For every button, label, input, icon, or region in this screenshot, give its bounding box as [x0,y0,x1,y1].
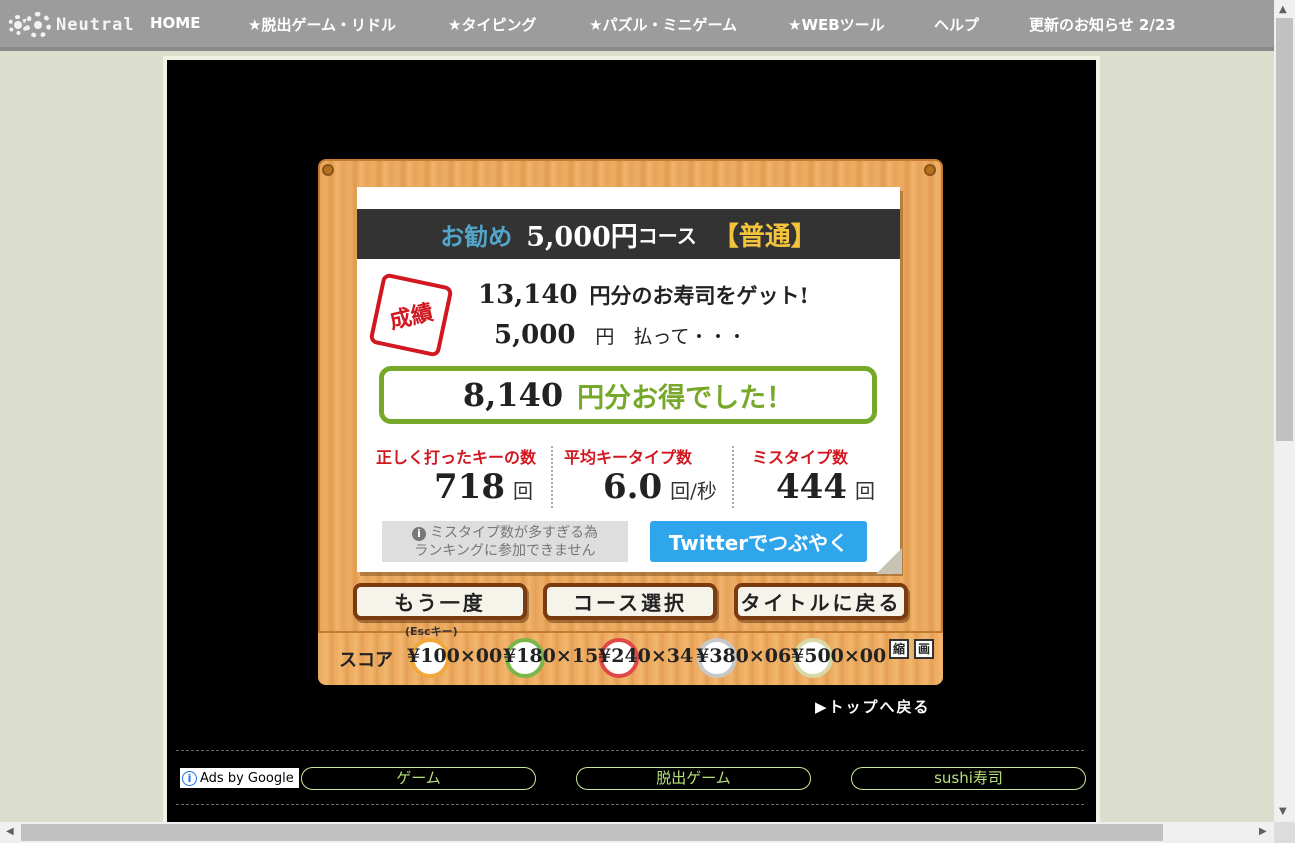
site-logo[interactable]: Neutral [8,10,135,40]
plate-count: ¥180×15 [503,645,599,667]
paid-text: 円 払って・・・ [595,326,747,348]
scrollbar-corner [1274,822,1295,843]
profit-text: 円分お得でした！ [577,382,794,414]
earned-value: 13,140 [478,280,578,310]
nav-home[interactable]: HOME [150,14,200,32]
nav-help[interactable]: ヘルプ [934,14,979,35]
esc-key-hint: (Escキー) [405,625,458,638]
scroll-up-icon[interactable]: ▲ [1279,4,1287,15]
stat-label-avg-speed: 平均キータイプ数 [564,448,693,467]
retry-button[interactable]: もう一度 [353,583,527,620]
nav-puzzle[interactable]: ★パズル・ミニゲーム [589,14,737,35]
stat-divider [732,446,734,508]
plate-count: ¥240×34 [598,645,694,667]
nav-updates[interactable]: 更新のお知らせ 2/23 [1029,14,1176,35]
page-curl [876,548,902,574]
result-stamp: 成績 [368,272,454,358]
course-suffix: コース [637,223,697,248]
stat-divider [551,446,553,508]
horizontal-scroll-thumb[interactable] [21,824,1163,841]
profit-value: 8,140 [462,376,564,414]
notice-line-1: ミスタイプ数が多すぎる為 [430,525,598,541]
stat-value: 718 [434,467,505,507]
stat-unit: 回 [854,479,875,503]
scroll-down-icon[interactable]: ▼ [1279,806,1287,817]
nav-web-tools[interactable]: ★WEBツール [788,14,885,35]
course-recommend: お勧め [440,221,513,251]
ranking-notice: i ミスタイプ数が多すぎる為 ランキングに参加できません [382,521,628,562]
profit-box: 8,140 円分お得でした！ [379,366,877,424]
back-to-title-button[interactable]: タイトルに戻る [734,583,908,620]
earned-text: 円分のお寿司をゲット! [589,283,809,308]
course-header: お勧め 5,000円 コース 【普通】 [357,209,900,259]
nav-typing[interactable]: ★タイピング [448,14,536,35]
gear-icon [25,12,51,38]
logo-text: Neutral [56,15,135,35]
plate-count: ¥380×06 [696,645,792,667]
earned-line: 13,140 円分のお寿司をゲット! [478,280,809,310]
ad-link-sushi[interactable]: sushi寿司 [851,767,1086,790]
vertical-scroll-thumb[interactable] [1276,18,1293,441]
score-label: スコア [339,650,393,671]
info-icon: i [182,771,197,786]
scroll-right-icon[interactable]: ▶ [1259,826,1267,837]
stat-label-misses: ミスタイプ数 [752,448,849,467]
stat-unit: 回/秒 [670,479,717,503]
notice-line-2: ランキングに参加できません [414,543,596,559]
ad-link-games[interactable]: ゲーム [301,767,536,790]
stat-value: 444 [776,467,847,507]
ad-link-escape-games[interactable]: 脱出ゲーム [576,767,811,790]
stat-label-correct-keys: 正しく打ったキーの数 [376,448,537,467]
stat-value: 6.0 [603,467,663,507]
stamp-text: 成績 [387,299,436,335]
screw-icon [924,164,936,176]
back-to-top-link[interactable]: ▶トップへ戻る [815,696,931,717]
stat-avg-speed: 6.0 回/秒 [603,467,717,507]
stat-unit: 回 [512,479,533,503]
ads-by-google[interactable]: i Ads by Google [180,768,299,788]
course-name: 5,000円 [526,221,638,253]
plate-count: ¥100×00 [407,645,503,667]
divider [176,750,1084,751]
plate-count: ¥500×00 [791,645,887,667]
twitter-share-button[interactable]: Twitterでつぶやく [650,521,867,562]
paid-value: 5,000 [494,320,576,350]
screw-icon [322,164,334,176]
info-icon: i [412,527,426,541]
stat-correct-keys: 718 回 [434,467,533,507]
course-select-button[interactable]: コース選択 [543,583,717,620]
screen-button[interactable]: 画 [914,639,934,659]
paid-line: 5,000 円 払って・・・ [494,320,746,350]
ads-label-text: Ads by Google [200,771,294,786]
course-level: 【普通】 [712,221,817,252]
divider [176,804,1084,805]
stat-misses: 444 回 [776,467,875,507]
scroll-left-icon[interactable]: ◀ [6,826,14,837]
nav-escape-games[interactable]: ★脱出ゲーム・リドル [248,14,396,35]
shrink-button[interactable]: 縮 [889,639,909,659]
